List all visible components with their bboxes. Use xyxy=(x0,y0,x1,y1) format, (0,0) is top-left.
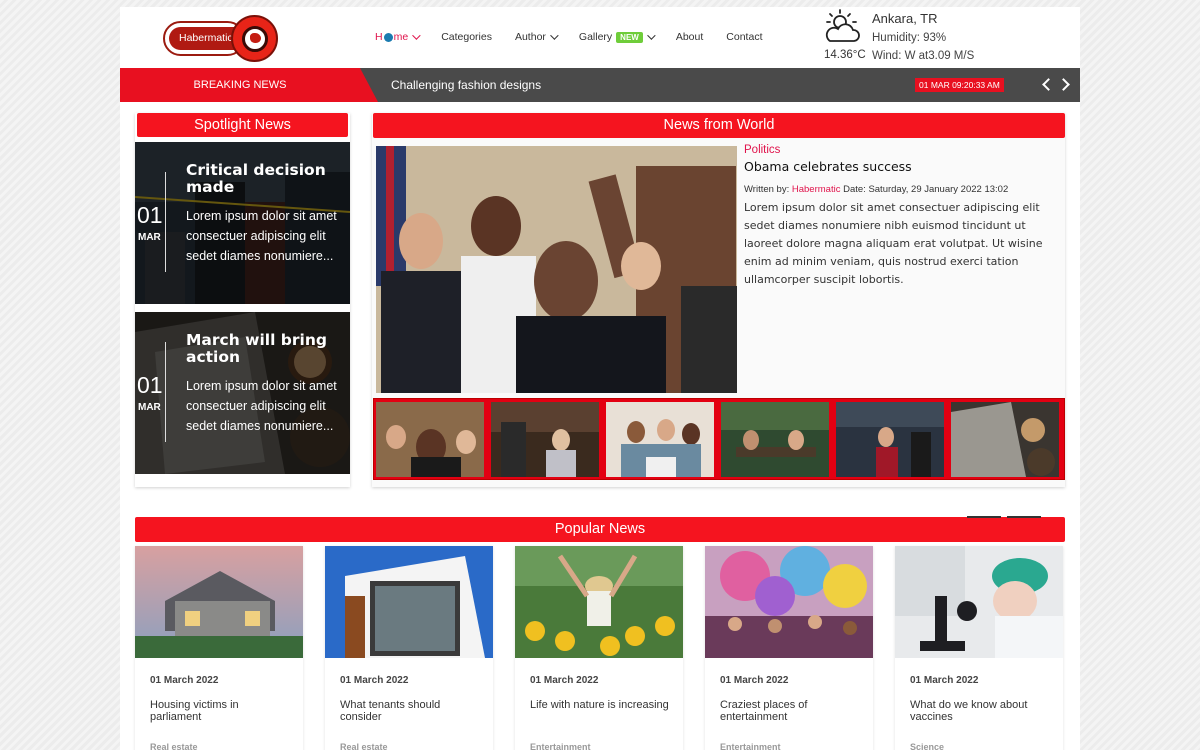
card-title[interactable]: Life with nature is increasing xyxy=(530,699,670,711)
card-date: 01 March 2022 xyxy=(530,675,599,686)
world-news-category[interactable]: Politics xyxy=(744,144,780,156)
site-logo[interactable]: Habermatic xyxy=(163,15,279,63)
chevron-left-icon[interactable] xyxy=(1042,78,1055,91)
world-news-image[interactable] xyxy=(376,146,737,393)
logo-globe-icon xyxy=(231,15,278,62)
weather-widget: 14.36°C Ankara, TR Humidity: 93% Wind: W… xyxy=(822,9,1072,65)
world-news-section: News from World Politics Obama celebrate… xyxy=(372,113,1065,487)
spotlight-month: MAR xyxy=(138,402,161,413)
thumbnail[interactable] xyxy=(606,402,714,477)
pager-dot[interactable] xyxy=(967,516,1001,518)
nav-author-label: Author xyxy=(514,31,546,43)
card-category[interactable]: Entertainment xyxy=(720,742,781,750)
nav-author[interactable]: Author xyxy=(514,31,559,43)
spotlight-day: 01 xyxy=(137,372,163,398)
chevron-down-icon xyxy=(412,31,421,40)
logo-text: Habermatic xyxy=(169,27,235,50)
spotlight-headline[interactable]: Critical decision made xyxy=(186,162,346,196)
nav-categories-label: Categories xyxy=(441,31,492,43)
nav-contact-label: Contact xyxy=(726,31,763,43)
card-title[interactable]: What tenants should consider xyxy=(340,699,480,723)
spotlight-excerpt: Lorem ipsum dolor sit amet consectuer ad… xyxy=(186,379,337,433)
world-news-thumbnails xyxy=(373,398,1065,480)
spotlight-divider xyxy=(165,172,166,272)
main-nav: Hme Categories Author Gallery NEW About C… xyxy=(375,31,785,43)
spotlight-title: Spotlight News xyxy=(137,113,348,137)
spotlight-card[interactable]: 01 MAR Critical decision made Lorem ipsu… xyxy=(135,142,350,304)
popular-news-title: Popular News xyxy=(135,517,1065,542)
card-date: 01 March 2022 xyxy=(340,675,409,686)
card-category[interactable]: Science xyxy=(910,742,944,750)
spotlight-headline[interactable]: March will bring action xyxy=(186,332,346,366)
card-title[interactable]: Housing victims in parliament xyxy=(150,699,290,723)
card-date: 01 March 2022 xyxy=(720,675,789,686)
spotlight-excerpt: Lorem ipsum dolor sit amet consectuer ad… xyxy=(186,209,337,263)
partly-cloudy-icon xyxy=(825,9,860,42)
chevron-down-icon xyxy=(647,31,656,40)
card-date: 01 March 2022 xyxy=(150,675,219,686)
weather-humidity: Humidity: 93% xyxy=(872,32,947,44)
spotlight-divider xyxy=(165,342,166,442)
world-news-byline: Written by: Habermatic Date: Saturday, 2… xyxy=(744,184,1008,195)
nav-about[interactable]: About xyxy=(676,31,703,43)
popular-pager xyxy=(967,516,1041,518)
spotlight-section: Spotlight News 01 MAR Critical decision … xyxy=(135,113,350,487)
chevron-down-icon xyxy=(550,31,559,40)
card-title[interactable]: Craziest places of entertainment xyxy=(720,699,860,723)
nav-home-label-end: me xyxy=(393,31,409,43)
publish-date: Date: Saturday, 29 January 2022 13:02 xyxy=(843,184,1009,195)
ticker-headline[interactable]: Challenging fashion designs xyxy=(391,68,541,102)
weather-wind: Wind: W at3.09 M/S xyxy=(872,50,975,62)
spotlight-month: MAR xyxy=(138,232,161,243)
nav-home[interactable]: Hme xyxy=(375,31,421,43)
card-title[interactable]: What do we know about vaccines xyxy=(910,699,1050,723)
nav-gallery[interactable]: Gallery NEW xyxy=(578,31,656,43)
card-image xyxy=(895,546,1063,658)
card-image xyxy=(705,546,873,658)
new-badge: NEW xyxy=(616,31,643,43)
world-news-body: Lorem ipsum dolor sit amet consectuer ad… xyxy=(744,201,1043,286)
nav-home-label-start: H xyxy=(375,31,383,43)
thumbnail[interactable] xyxy=(721,402,829,477)
thumbnail[interactable] xyxy=(491,402,599,477)
temperature: 14.36°C xyxy=(824,49,866,61)
breaking-news-label: BREAKING NEWS xyxy=(120,68,378,102)
chevron-right-icon[interactable] xyxy=(1057,78,1070,91)
breaking-news-ticker: BREAKING NEWS Challenging fashion design… xyxy=(120,68,1080,102)
card-image xyxy=(325,546,493,658)
nav-gallery-label: Gallery xyxy=(578,31,613,43)
written-by-label: Written by: xyxy=(744,184,790,195)
spotlight-day: 01 xyxy=(137,202,163,228)
card-category[interactable]: Entertainment xyxy=(530,742,591,750)
ticker-controls xyxy=(1042,77,1070,91)
nav-contact[interactable]: Contact xyxy=(726,31,762,43)
nav-categories[interactable]: Categories xyxy=(441,31,492,43)
card-category[interactable]: Real estate xyxy=(340,742,388,750)
thumbnail[interactable] xyxy=(836,402,944,477)
card-image xyxy=(135,546,303,658)
nav-about-label: About xyxy=(675,31,704,43)
world-news-headline[interactable]: Obama celebrates success xyxy=(744,159,912,174)
card-date: 01 March 2022 xyxy=(910,675,979,686)
author-link[interactable]: Habermatic xyxy=(792,184,841,195)
world-news-title: News from World xyxy=(373,113,1065,138)
news-card[interactable]: 01 March 2022 What tenants should consid… xyxy=(325,546,493,750)
page-container: Habermatic Hme Categories Author Gallery… xyxy=(120,7,1080,750)
news-card[interactable]: 01 March 2022 What do we know about vacc… xyxy=(895,546,1063,750)
pager-dot[interactable] xyxy=(1007,516,1041,518)
news-card[interactable]: 01 March 2022 Housing victims in parliam… xyxy=(135,546,303,750)
thumbnail[interactable] xyxy=(951,402,1059,477)
weather-city: Ankara, TR xyxy=(872,11,938,26)
thumbnail[interactable] xyxy=(376,402,484,477)
globe-icon xyxy=(383,32,393,42)
site-header: Habermatic Hme Categories Author Gallery… xyxy=(120,7,1080,68)
news-card[interactable]: 01 March 2022 Craziest places of enterta… xyxy=(705,546,873,750)
card-category[interactable]: Real estate xyxy=(150,742,198,750)
spotlight-card[interactable]: 01 MAR March will bring action Lorem ips… xyxy=(135,312,350,474)
card-image xyxy=(515,546,683,658)
ticker-datetime: 01 MAR 09:20:33 AM xyxy=(915,78,1004,92)
news-card[interactable]: 01 March 2022 Life with nature is increa… xyxy=(515,546,683,750)
popular-news-cards: 01 March 2022 Housing victims in parliam… xyxy=(135,546,1063,750)
